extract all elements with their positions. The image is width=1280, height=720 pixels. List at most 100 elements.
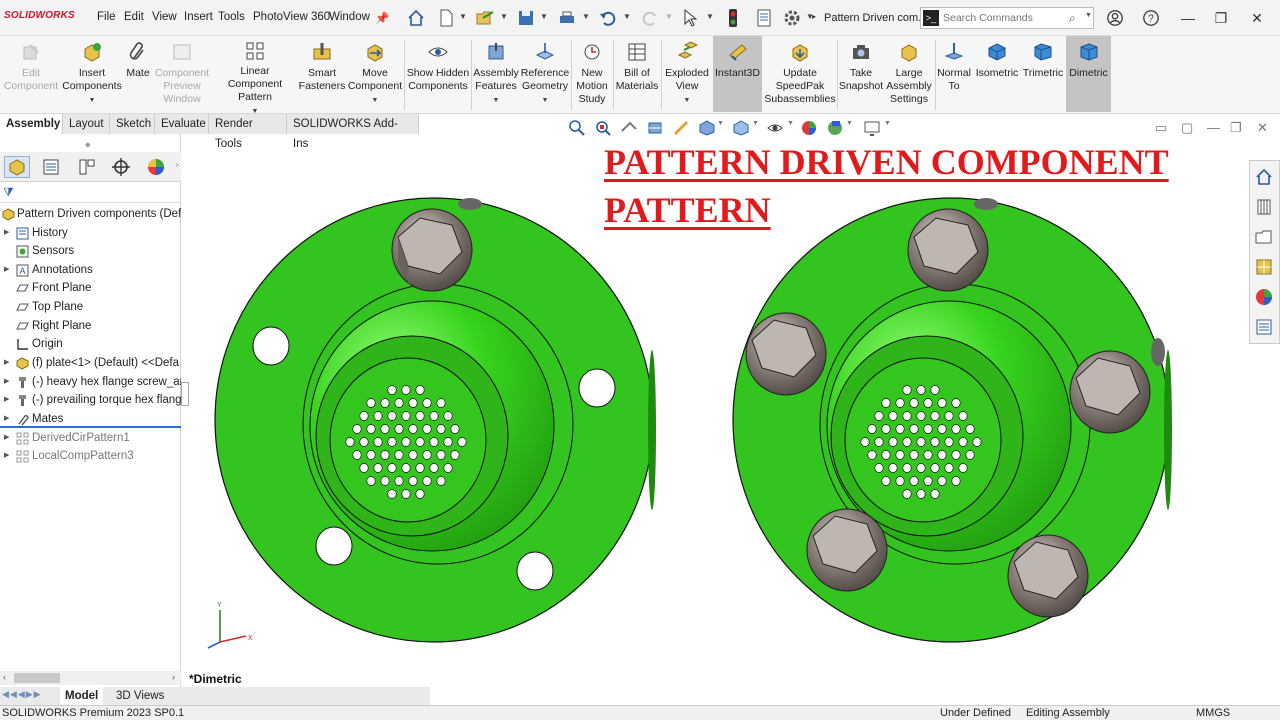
- tree-item-history[interactable]: ▶ History: [0, 224, 181, 242]
- tree-item-annotations[interactable]: ▶ A Annotations: [0, 261, 181, 279]
- appearances-scenes-icon[interactable]: [1253, 286, 1275, 308]
- chevron-down-icon[interactable]: ▼: [665, 12, 673, 21]
- tree-item-derived-cir-pattern[interactable]: ▶ DerivedCirPattern1: [0, 429, 181, 447]
- isometric-button[interactable]: Isometric: [974, 36, 1020, 112]
- home-icon[interactable]: [405, 7, 427, 29]
- expand-arrow-icon[interactable]: ▶: [4, 447, 9, 465]
- chevron-down-icon[interactable]: ▼: [459, 12, 467, 21]
- menu-window[interactable]: Window: [329, 11, 370, 23]
- chevron-down-icon[interactable]: ▼: [372, 94, 379, 107]
- view-palette-icon[interactable]: [1253, 256, 1275, 278]
- instant3d-button[interactable]: Instant3D: [713, 36, 762, 112]
- dimetric-button[interactable]: Dimetric: [1066, 36, 1111, 112]
- gear-icon[interactable]: [781, 7, 803, 29]
- filter-icon[interactable]: ⧩: [3, 185, 14, 200]
- custom-properties-icon[interactable]: [1253, 316, 1275, 338]
- save-icon[interactable]: [515, 7, 537, 29]
- scroll-right-icon[interactable]: ›: [172, 672, 175, 682]
- help-icon[interactable]: ?: [1138, 8, 1164, 28]
- tree-item-torque-hex-flange[interactable]: ▶ (-) prevailing torque hex flang: [0, 391, 181, 409]
- dimxpert-crosshair-icon[interactable]: [108, 156, 134, 178]
- featuremanager-tree-icon[interactable]: [4, 156, 30, 178]
- expand-arrow-icon[interactable]: ▶: [4, 354, 9, 372]
- close-window-icon[interactable]: ✕: [1244, 8, 1270, 28]
- new-document-icon[interactable]: [435, 7, 457, 29]
- expand-arrow-icon[interactable]: ▶: [4, 391, 9, 409]
- chevron-down-icon[interactable]: ▼: [89, 94, 96, 107]
- bill-of-materials-button[interactable]: Bill of Materials: [614, 36, 660, 112]
- chevron-right-icon[interactable]: ›: [176, 162, 178, 169]
- expand-arrow-icon[interactable]: ▶: [4, 224, 9, 242]
- menu-edit[interactable]: Edit: [124, 11, 144, 23]
- chevron-down-icon[interactable]: ▼: [884, 120, 891, 127]
- tab-model[interactable]: Model: [60, 687, 104, 705]
- tree-item-origin[interactable]: Origin: [0, 335, 181, 353]
- tree-item-sensors[interactable]: Sensors: [0, 242, 181, 260]
- undo-icon[interactable]: [597, 7, 619, 29]
- reference-geometry-button[interactable]: Reference Geometry ▼: [520, 36, 570, 112]
- insert-components-button[interactable]: Insert Components ▼: [62, 36, 122, 112]
- property-manager-icon[interactable]: [38, 156, 64, 178]
- status-units[interactable]: MMGS: [1196, 706, 1230, 720]
- chevron-right-icon[interactable]: ▸: [812, 12, 816, 21]
- tab-3d-views[interactable]: 3D Views: [111, 687, 169, 705]
- user-account-icon[interactable]: [1102, 8, 1128, 28]
- take-snapshot-button[interactable]: Take Snapshot: [838, 36, 884, 112]
- chevron-down-icon[interactable]: ▼: [540, 12, 548, 21]
- tab-layout[interactable]: Layout: [63, 114, 110, 134]
- tab-render-tools[interactable]: Render Tools: [209, 114, 287, 150]
- chevron-down-icon[interactable]: ▼: [706, 12, 714, 21]
- open-folder-icon[interactable]: [474, 7, 496, 29]
- viewport-close-icon[interactable]: ✕: [1257, 120, 1268, 136]
- exploded-view-button[interactable]: Exploded View ▼: [662, 36, 712, 112]
- large-assembly-settings-button[interactable]: Large Assembly Settings: [884, 36, 934, 112]
- pin-icon[interactable]: 📌: [375, 11, 389, 25]
- display-manager-icon[interactable]: [143, 156, 169, 178]
- solidworks-resources-home-icon[interactable]: [1253, 166, 1275, 188]
- file-explorer-folder-icon[interactable]: [1253, 226, 1275, 248]
- file-properties-icon[interactable]: [753, 7, 775, 29]
- chevron-down-icon[interactable]: ▼: [1085, 12, 1092, 19]
- chevron-down-icon[interactable]: ▼: [500, 12, 508, 21]
- normal-to-button[interactable]: Normal To: [935, 36, 973, 112]
- expand-arrow-icon[interactable]: ▶: [4, 261, 9, 279]
- chevron-down-icon[interactable]: ▼: [752, 120, 759, 127]
- show-hidden-components-button[interactable]: Show Hidden Components: [406, 36, 470, 112]
- search-icon[interactable]: ⌕: [1069, 11, 1076, 26]
- menu-file[interactable]: File: [97, 11, 116, 23]
- chevron-down-icon[interactable]: ▼: [623, 12, 631, 21]
- smart-fasteners-button[interactable]: Smart Fasteners: [298, 36, 346, 112]
- tree-item-plate[interactable]: ▶ (f) plate<1> (Default) <<Defa: [0, 354, 181, 372]
- configuration-manager-icon[interactable]: [74, 156, 100, 178]
- minimize-window-icon[interactable]: —: [1175, 8, 1201, 28]
- tree-item-right-plane[interactable]: Right Plane: [0, 317, 181, 335]
- linear-component-pattern-button[interactable]: Linear Component Pattern ▼: [212, 36, 298, 115]
- update-speedpak-button[interactable]: Update SpeedPak Subassemblies: [764, 36, 836, 112]
- print-icon[interactable]: [556, 7, 578, 29]
- tab-sketch[interactable]: Sketch: [110, 114, 155, 134]
- scroll-left-icon[interactable]: ‹: [3, 672, 6, 682]
- move-component-button[interactable]: Move Component ▼: [347, 36, 403, 112]
- chevron-down-icon[interactable]: ▼: [582, 12, 590, 21]
- tab-assembly[interactable]: Assembly: [0, 114, 63, 134]
- tree-item-top-plane[interactable]: Top Plane: [0, 298, 181, 316]
- mate-button[interactable]: Mate: [123, 36, 153, 112]
- assembly-features-button[interactable]: Assembly Features ▼: [472, 36, 520, 112]
- chevron-down-icon[interactable]: ▼: [717, 120, 724, 127]
- trimetric-button[interactable]: Trimetric: [1020, 36, 1066, 112]
- redo-icon[interactable]: [639, 7, 661, 29]
- viewport-minimize-icon[interactable]: —: [1207, 120, 1220, 135]
- tree-item-front-plane[interactable]: Front Plane: [0, 279, 181, 297]
- design-library-icon[interactable]: [1253, 196, 1275, 218]
- chevron-down-icon[interactable]: ▼: [493, 94, 500, 107]
- tab-navigation-arrows-icon[interactable]: ◀◀◀▶▶: [2, 689, 42, 700]
- rebuild-traffic-light-icon[interactable]: [722, 7, 744, 29]
- search-input[interactable]: [943, 10, 1063, 26]
- panel-grip-icon[interactable]: ⬥: [85, 140, 91, 150]
- scrollbar-thumb[interactable]: [14, 673, 60, 683]
- expand-arrow-icon[interactable]: ▶: [4, 429, 9, 447]
- chevron-down-icon[interactable]: ▼: [542, 94, 549, 107]
- menu-tools[interactable]: Tools: [218, 11, 245, 23]
- component-preview-window-button[interactable]: Component Preview Window: [154, 36, 210, 112]
- tree-root-assembly[interactable]: Pattern Driven components (Def: [0, 205, 181, 223]
